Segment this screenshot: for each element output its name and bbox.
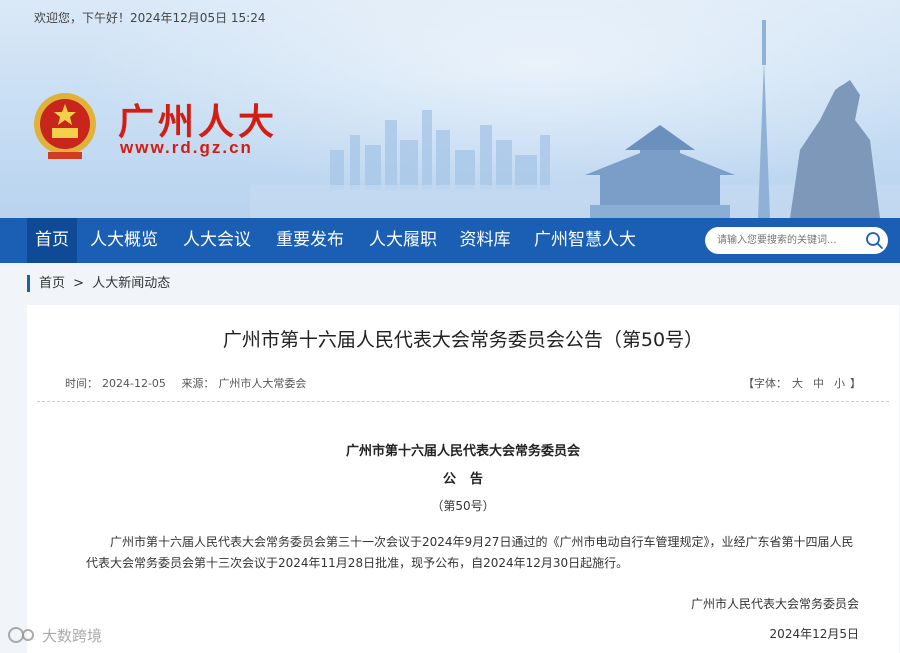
greeting-text: 欢迎您，下午好！2024年12月05日 15:24 — [34, 11, 266, 25]
time-label: 时间： — [65, 377, 98, 390]
search-box — [705, 227, 888, 254]
font-size-switcher: 【字体： 大中小】 — [743, 375, 861, 391]
watermark-logo-icon — [8, 627, 34, 643]
nav-item-library[interactable]: 资料库 — [452, 218, 518, 263]
nav-item-releases[interactable]: 重要发布 — [268, 218, 352, 263]
article-meta: 时间： 2024-12-05 来源： 广州市人大常委会 — [65, 375, 310, 391]
breadcrumb-home[interactable]: 首页 — [39, 276, 65, 291]
nav-item-home[interactable]: 首页 — [27, 218, 77, 263]
site-url: www.rd.gz.cn — [120, 138, 253, 157]
search-input[interactable] — [717, 232, 857, 249]
issuing-organization: 广州市第十六届人民代表大会常务委员会 — [345, 444, 580, 459]
breadcrumb-current[interactable]: 人大新闻动态 — [92, 276, 170, 291]
notice-heading: 公告 — [442, 472, 497, 487]
breadcrumb: 首页 > 人大新闻动态 — [27, 275, 174, 292]
source-label: 来源： — [181, 377, 215, 390]
font-size-open: 【字体： — [743, 377, 787, 390]
site-header: 欢迎您，下午好！2024年12月05日 15:24 广州人大 www.rd.gz… — [0, 0, 900, 218]
breadcrumb-separator: > — [73, 276, 85, 291]
article-source: 广州市人大常委会 — [218, 377, 307, 390]
meta-divider — [37, 401, 889, 402]
watermark-text: 大数跨境 — [42, 626, 103, 645]
nav-item-duties[interactable]: 人大履职 — [361, 218, 445, 263]
signature: 广州市人民代表大会常务委员会 — [690, 597, 859, 611]
font-size-large-button[interactable]: 大 — [792, 377, 803, 390]
national-emblem-icon — [34, 93, 96, 159]
notice-number: （第50号） — [431, 499, 495, 513]
font-size-small-button[interactable]: 小 — [834, 377, 845, 390]
nav-item-meetings[interactable]: 人大会议 — [175, 218, 259, 263]
article-card: 广州市第十六届人民代表大会常务委员会公告（第50号） 时间： 2024-12-05… — [27, 305, 899, 653]
search-icon[interactable] — [865, 231, 884, 250]
font-size-medium-button[interactable]: 中 — [813, 377, 824, 390]
signature-date: 2024年12月5日 — [769, 627, 859, 641]
nav-item-overview[interactable]: 人大概览 — [82, 218, 166, 263]
article-body: 广州市第十六届人民代表大会常务委员会第三十一次会议于2024年9月27日通过的《… — [86, 535, 854, 570]
publish-time: 2024-12-05 — [102, 377, 166, 390]
nav-item-smart-congress[interactable]: 广州智慧人大 — [527, 218, 643, 263]
font-size-close: 】 — [850, 377, 861, 390]
watermark: 大数跨境 — [8, 624, 102, 646]
article-title: 广州市第十六届人民代表大会常务委员会公告（第50号） — [222, 329, 704, 351]
